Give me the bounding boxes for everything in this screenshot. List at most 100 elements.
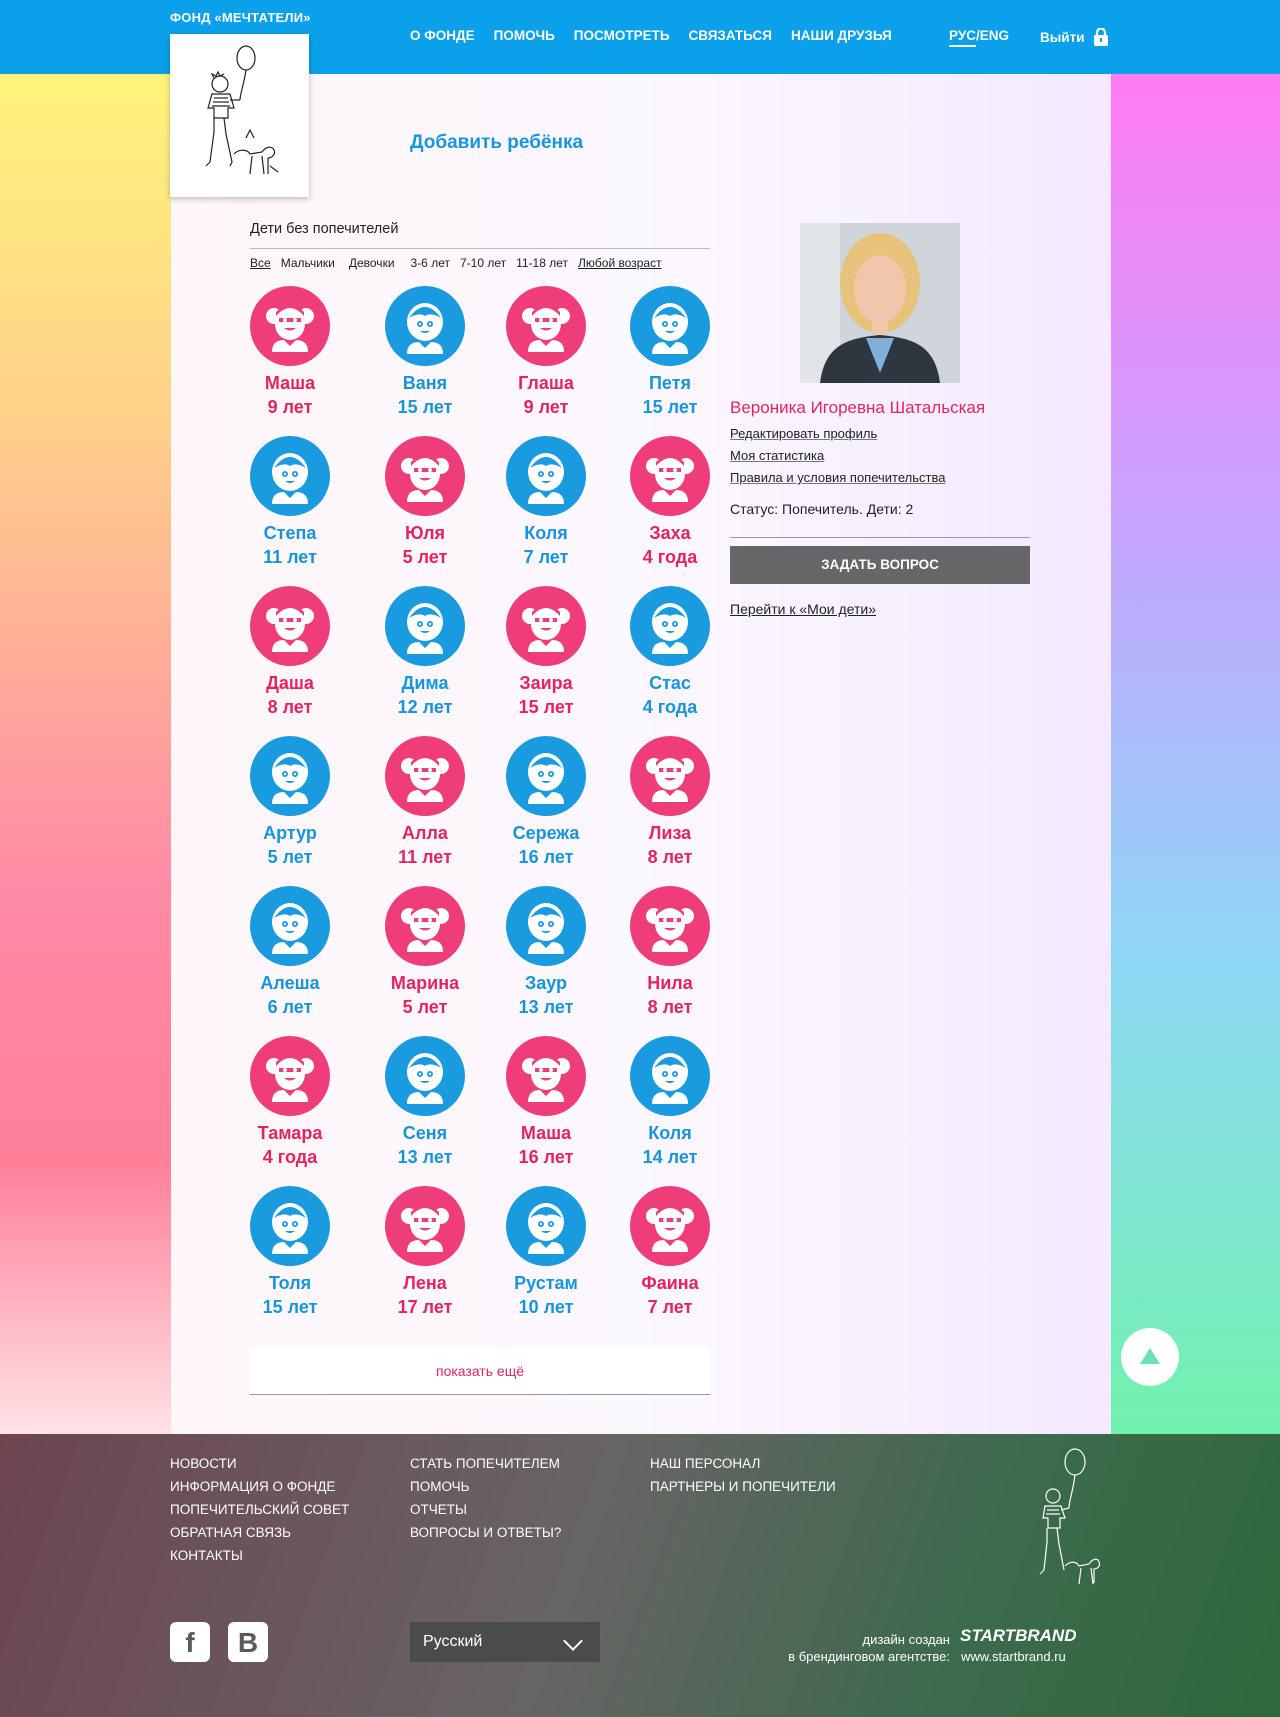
child-card[interactable]: Алеша 6 лет (230, 886, 350, 1019)
boy-avatar-icon (250, 1186, 330, 1266)
divider (730, 537, 1030, 538)
filter-girls[interactable]: Девочки (349, 256, 395, 270)
child-age: 15 лет (262, 1297, 318, 1317)
child-age: 5 лет (267, 847, 313, 867)
my-children-link[interactable]: Перейти к «Мои дети» (730, 601, 876, 617)
boy-avatar-icon (630, 1036, 710, 1116)
child-card[interactable]: Толя 15 лет (230, 1186, 350, 1319)
lang-ru[interactable]: РУС (949, 28, 976, 47)
child-age: 4 года (642, 697, 698, 717)
footer-link[interactable]: НОВОСТИ (170, 1456, 349, 1471)
child-card[interactable]: Алла 11 лет (365, 736, 485, 869)
startbrand-logo[interactable]: STARTBRAND (960, 1626, 1076, 1646)
background-right (1110, 74, 1280, 1434)
child-name: Стас (649, 673, 691, 693)
child-card[interactable]: Заур 13 лет (486, 886, 606, 1019)
child-card[interactable]: Глаша 9 лет (486, 286, 606, 419)
girl-avatar-icon (630, 886, 710, 966)
language-select[interactable]: Русский (410, 1622, 600, 1662)
girl-avatar-icon (385, 436, 465, 516)
footer-link[interactable]: ОТЧЕТЫ (410, 1502, 561, 1517)
child-age: 9 лет (523, 397, 569, 417)
footer-link[interactable]: ИНФОРМАЦИЯ О ФОНДЕ (170, 1479, 349, 1494)
logout-button[interactable]: Выйти (1040, 28, 1109, 46)
filter-any-age[interactable]: Любой возраст (578, 256, 662, 270)
girl-avatar-icon (506, 586, 586, 666)
footer-link[interactable]: НАШ ПЕРСОНАЛ (650, 1456, 836, 1471)
child-name: Артур (263, 823, 317, 843)
filter-age-3-6[interactable]: 3-6 лет (411, 256, 450, 270)
child-card[interactable]: Нила 8 лет (610, 886, 730, 1019)
child-name: Сеня (402, 1123, 448, 1143)
child-age: 16 лет (518, 1147, 574, 1167)
footer-link[interactable]: ПОПЕЧИТЕЛЬСКИЙ СОВЕТ (170, 1502, 349, 1517)
show-more-button[interactable]: показать ещё (250, 1347, 710, 1395)
startbrand-url[interactable]: www.startbrand.ru (961, 1649, 1066, 1664)
child-card[interactable]: Лена 17 лет (365, 1186, 485, 1319)
girl-avatar-icon (250, 1036, 330, 1116)
footer-link[interactable]: ПАРТНЕРЫ И ПОПЕЧИТЕЛИ (650, 1479, 836, 1494)
add-child-link[interactable]: Добавить ребёнка (410, 132, 583, 154)
nav-item-view[interactable]: ПОСМОТРЕТЬ (574, 28, 670, 43)
child-card[interactable]: Коля 14 лет (610, 1036, 730, 1169)
child-card[interactable]: Тамара 4 года (230, 1036, 350, 1169)
filter-age-7-10[interactable]: 7-10 лет (460, 256, 506, 270)
child-card[interactable]: Сережа 16 лет (486, 736, 606, 869)
child-card[interactable]: Ваня 15 лет (365, 286, 485, 419)
child-card[interactable]: Коля 7 лет (486, 436, 606, 569)
child-name: Маша (520, 1123, 572, 1143)
child-card[interactable]: Фаина 7 лет (610, 1186, 730, 1319)
child-card[interactable]: Артур 5 лет (230, 736, 350, 869)
child-card[interactable]: Юля 5 лет (365, 436, 485, 569)
my-stats-link[interactable]: Моя статистика (730, 448, 945, 464)
facebook-icon[interactable]: f (170, 1622, 210, 1662)
child-age: 8 лет (647, 847, 693, 867)
filter-age-11-18[interactable]: 11-18 лет (516, 256, 568, 270)
scroll-to-top-button[interactable] (1121, 1328, 1179, 1386)
child-card[interactable]: Марина 5 лет (365, 886, 485, 1019)
child-age: 12 лет (397, 697, 453, 717)
brand-name[interactable]: ФОНД «МЕЧТАТЕЛИ» (170, 10, 311, 25)
nav-item-about[interactable]: О ФОНДЕ (410, 28, 475, 43)
girl-avatar-icon (630, 1186, 710, 1266)
child-name: Дима (401, 673, 449, 693)
child-name: Заира (519, 673, 573, 693)
child-name: Алла (402, 823, 448, 843)
child-name: Заха (649, 523, 691, 543)
footer-link[interactable]: КОНТАКТЫ (170, 1548, 349, 1563)
nav-item-contact[interactable]: СВЯЗАТЬСЯ (689, 28, 772, 43)
logo[interactable] (170, 34, 309, 197)
filters: Все Мальчики Девочки 3-6 лет 7-10 лет 11… (250, 256, 672, 270)
edit-profile-link[interactable]: Редактировать профиль (730, 426, 945, 442)
child-name: Лена (403, 1273, 447, 1293)
vk-icon[interactable]: B (228, 1622, 268, 1662)
rules-link[interactable]: Правила и условия попечительства (730, 470, 945, 486)
child-card[interactable]: Маша 16 лет (486, 1036, 606, 1169)
child-card[interactable]: Заха 4 года (610, 436, 730, 569)
girl-avatar-icon (630, 436, 710, 516)
child-card[interactable]: Рустам 10 лет (486, 1186, 606, 1319)
footer-link[interactable]: ОБРАТНАЯ СВЯЗЬ (170, 1525, 349, 1540)
child-card[interactable]: Лиза 8 лет (610, 736, 730, 869)
footer-link[interactable]: ВОПРОСЫ И ОТВЕТЫ? (410, 1525, 561, 1540)
child-card[interactable]: Стас 4 года (610, 586, 730, 719)
footer-link[interactable]: СТАТЬ ПОПЕЧИТЕЛЕМ (410, 1456, 561, 1471)
footer-link[interactable]: ПОМОЧЬ (410, 1479, 561, 1494)
child-card[interactable]: Дима 12 лет (365, 586, 485, 719)
child-card[interactable]: Маша 9 лет (230, 286, 350, 419)
filter-boys[interactable]: Мальчики (281, 256, 335, 270)
child-card[interactable]: Сеня 13 лет (365, 1036, 485, 1169)
child-card[interactable]: Даша 8 лет (230, 586, 350, 719)
boy-avatar-icon (250, 886, 330, 966)
child-card[interactable]: Заира 15 лет (486, 586, 606, 719)
lang-en[interactable]: ENG (980, 28, 1009, 43)
nav-item-friends[interactable]: НАШИ ДРУЗЬЯ (791, 28, 892, 43)
ask-question-button[interactable]: ЗАДАТЬ ВОПРОС (730, 546, 1030, 584)
profile-status: Статус: Попечитель. Дети: 2 (730, 501, 914, 517)
child-card[interactable]: Петя 15 лет (610, 286, 730, 419)
child-card[interactable]: Степа 11 лет (230, 436, 350, 569)
nav-item-help[interactable]: ПОМОЧЬ (494, 28, 555, 43)
filter-all[interactable]: Все (250, 256, 271, 270)
child-age: 6 лет (267, 997, 313, 1017)
child-name: Лиза (648, 823, 692, 843)
